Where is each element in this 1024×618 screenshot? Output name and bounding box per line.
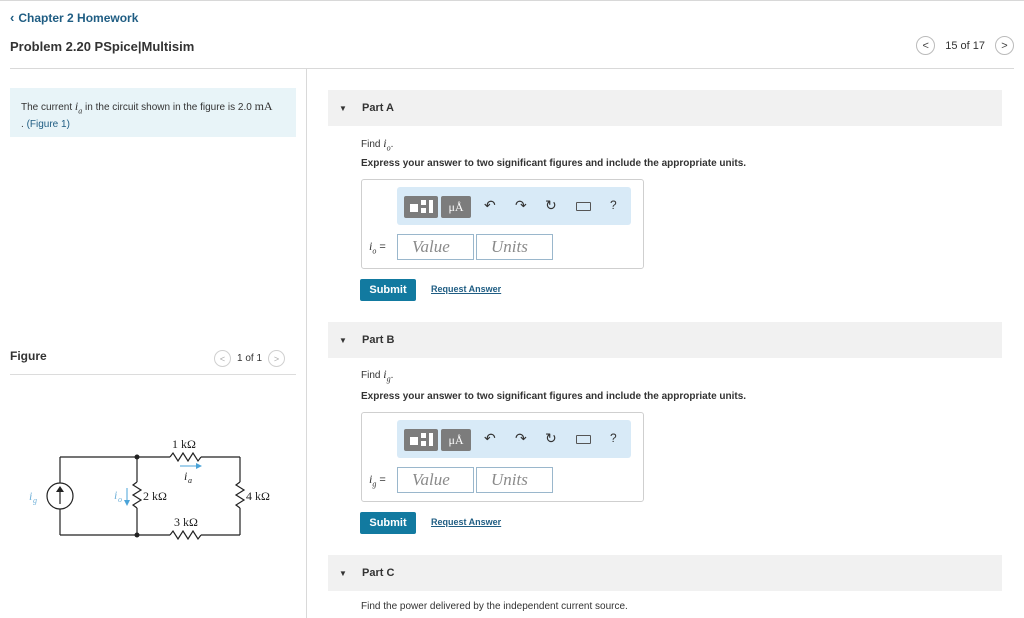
header-divider — [10, 68, 1014, 69]
io-label: i — [114, 488, 117, 502]
part-c-text: Find the power delivered by the independ… — [361, 601, 628, 612]
part-b-request-answer-link[interactable]: Request Answer — [431, 517, 501, 527]
top-border — [0, 0, 1024, 1]
chevron-left-icon: < — [219, 353, 226, 364]
next-problem-button[interactable]: > — [995, 36, 1014, 55]
keyboard-icon[interactable] — [576, 435, 591, 444]
ia-label: i — [184, 469, 187, 483]
page-title: Problem 2.20 PSpice|Multisim — [10, 39, 195, 54]
part-a-header[interactable]: ▼ Part A — [328, 90, 1002, 126]
help-icon[interactable]: ? — [610, 198, 617, 212]
part-a-find-suffix: . — [390, 139, 394, 150]
ig-label: i — [29, 489, 32, 503]
figure-divider — [10, 374, 296, 375]
part-b-find-prefix: Find — [361, 370, 384, 381]
part-a-label: Part A — [362, 102, 394, 114]
collapse-triangle-icon: ▼ — [339, 103, 347, 113]
part-a-instruction: Express your answer to two significant f… — [361, 158, 747, 169]
ia-sub-label: a — [188, 476, 192, 485]
collapse-triangle-icon: ▼ — [339, 335, 347, 345]
part-c-header[interactable]: ▼ Part C — [328, 555, 1002, 591]
reset-icon[interactable]: ↻ — [545, 197, 557, 214]
r1-label: 1 kΩ — [172, 437, 196, 451]
part-b-label: Part B — [362, 334, 395, 346]
part-b-equals: = — [376, 474, 386, 486]
part-b-find-suffix: . — [390, 370, 394, 381]
r3-label: 3 kΩ — [174, 515, 198, 529]
figure-nav: < 1 of 1 > — [214, 350, 286, 367]
redo-icon[interactable]: ↷ — [515, 430, 527, 447]
part-a-toolbar: μÅ ↶ ↷ ↻ ? — [397, 187, 631, 225]
prev-figure-button[interactable]: < — [214, 350, 231, 367]
next-figure-button[interactable]: > — [268, 350, 286, 367]
chevron-left-icon: ‹ — [10, 10, 15, 25]
undo-icon[interactable]: ↶ — [484, 430, 496, 447]
io-sub-label: o — [118, 495, 122, 504]
intro-text-mid: in the circuit shown in the figure is 2.… — [82, 102, 255, 113]
part-b-find-var: ig — [383, 367, 390, 383]
part-a-units-input[interactable]: Units — [476, 234, 553, 260]
units-button[interactable]: μÅ — [441, 429, 471, 451]
part-a-find: Find io. — [361, 136, 393, 152]
part-b-toolbar: μÅ ↶ ↷ ↻ ? — [397, 420, 631, 458]
redo-icon[interactable]: ↷ — [515, 197, 527, 214]
part-a-var-label: io = — [369, 239, 386, 255]
back-link[interactable]: ‹ Chapter 2 Homework — [10, 10, 138, 25]
back-link-label: Chapter 2 Homework — [18, 10, 139, 25]
part-b-submit-button[interactable]: Submit — [360, 512, 416, 534]
part-a-value-input[interactable]: Value — [397, 234, 474, 260]
problem-intro: The current ia in the circuit shown in t… — [10, 88, 296, 137]
problem-nav: < 15 of 17 > — [916, 36, 1014, 55]
intro-text: The current — [21, 102, 75, 113]
problem-count: 15 of 17 — [945, 39, 985, 52]
part-a-find-var: io — [383, 136, 390, 152]
reset-icon[interactable]: ↻ — [545, 430, 557, 447]
figure-link[interactable]: (Figure 1) — [27, 119, 70, 130]
part-b-value-input[interactable]: Value — [397, 467, 474, 493]
part-a-equals: = — [376, 241, 386, 253]
r4-label: 4 kΩ — [246, 489, 270, 503]
part-b-header[interactable]: ▼ Part B — [328, 322, 1002, 358]
units-button[interactable]: μÅ — [441, 196, 471, 218]
collapse-triangle-icon: ▼ — [339, 568, 347, 578]
column-divider — [306, 69, 307, 618]
prev-problem-button[interactable]: < — [916, 36, 936, 55]
part-a-request-answer-link[interactable]: Request Answer — [431, 284, 501, 294]
part-a-find-prefix: Find — [361, 139, 384, 150]
undo-icon[interactable]: ↶ — [484, 197, 496, 214]
r2-label: 2 kΩ — [143, 489, 167, 503]
part-b-find: Find ig. — [361, 367, 393, 383]
chevron-right-icon: > — [273, 353, 280, 364]
part-c-label: Part C — [362, 567, 395, 579]
intro-unit: mA — [254, 99, 273, 113]
circuit-diagram: 1 kΩ i a i g i o 2 kΩ 3 kΩ 4 kΩ — [29, 437, 270, 541]
templates-button[interactable] — [404, 429, 438, 451]
part-b-var-label: ig = — [369, 472, 386, 488]
help-icon[interactable]: ? — [610, 431, 617, 445]
ig-sub-label: g — [33, 496, 37, 505]
chevron-left-icon: < — [922, 39, 929, 52]
chevron-right-icon: > — [1001, 39, 1008, 52]
part-b-units-input[interactable]: Units — [476, 467, 553, 493]
keyboard-icon[interactable] — [576, 202, 591, 211]
figure-label: Figure — [10, 349, 47, 363]
part-b-instruction: Express your answer to two significant f… — [361, 391, 747, 402]
templates-button[interactable] — [404, 196, 438, 218]
figure-count: 1 of 1 — [237, 353, 263, 364]
part-a-submit-button[interactable]: Submit — [360, 279, 416, 301]
